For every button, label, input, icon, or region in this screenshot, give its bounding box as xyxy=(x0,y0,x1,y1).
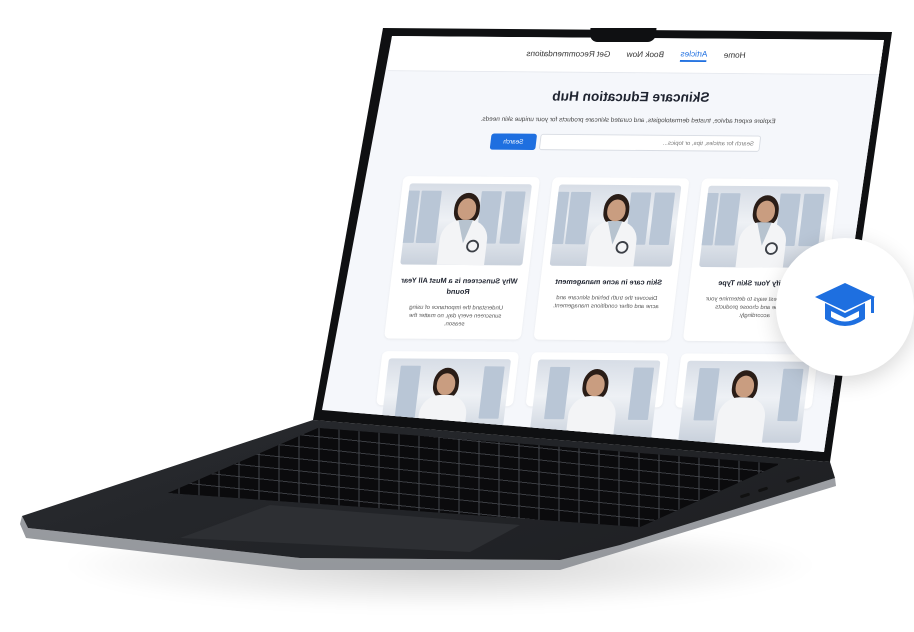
education-badge xyxy=(776,238,914,376)
camera-notch xyxy=(589,28,657,42)
nav-item-get-recommendations[interactable]: Get Recommendations xyxy=(526,49,611,61)
article-card[interactable]: Why Sunscreen is a Must All Year Round U… xyxy=(384,176,541,340)
nav-item-book-now[interactable]: Book Now xyxy=(626,50,664,61)
search-button[interactable]: Search xyxy=(489,133,538,151)
website-page: Home Articles Book Now Get Recommendatio… xyxy=(342,36,884,452)
article-description: Understand the importance of using sunsc… xyxy=(408,304,504,327)
article-image xyxy=(549,184,682,267)
page-title: Skincare Education Hub xyxy=(551,88,711,106)
article-card[interactable] xyxy=(525,352,669,442)
graduation-cap-icon xyxy=(815,283,875,326)
article-image xyxy=(678,360,810,443)
nav-item-articles[interactable]: Articles xyxy=(679,49,709,63)
article-card[interactable]: Skin care in acne management Discover th… xyxy=(533,177,690,341)
nav-item-home[interactable]: Home xyxy=(723,50,746,61)
article-card[interactable] xyxy=(376,351,520,441)
search-input[interactable] xyxy=(538,133,762,152)
article-title[interactable]: Skin care in acne management xyxy=(547,277,670,289)
article-card[interactable] xyxy=(674,353,819,443)
search-bar: Search xyxy=(379,133,873,153)
article-description: Discover the truth behind skincare and a… xyxy=(552,294,660,310)
page-subtitle: Explore expert advice, trusted dermatolo… xyxy=(480,116,776,125)
article-title[interactable]: Why Sunscreen is a Must All Year Round xyxy=(396,275,521,298)
article-image xyxy=(400,183,532,266)
hero-section: Skincare Education Hub Explore expert ad… xyxy=(379,71,880,153)
